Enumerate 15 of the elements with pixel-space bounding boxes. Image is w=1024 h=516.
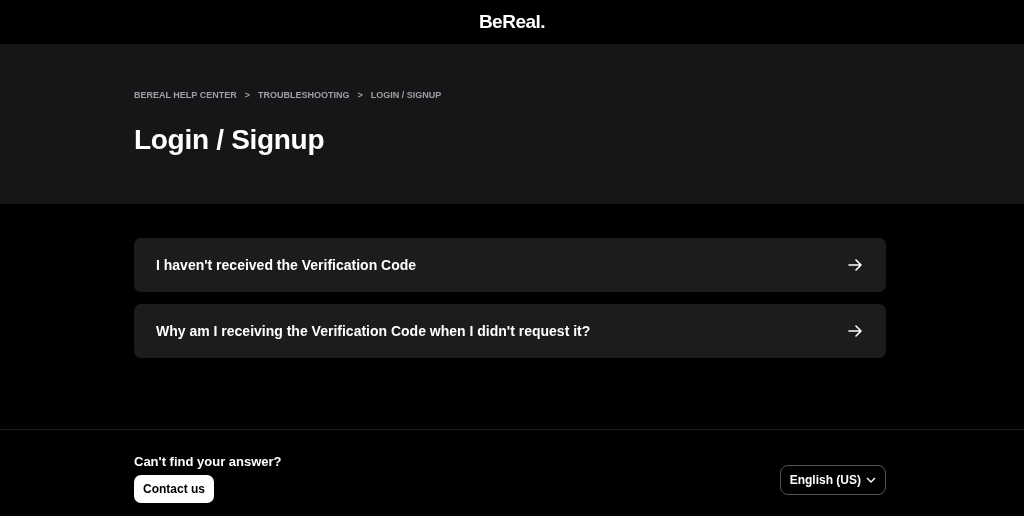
contact-button[interactable]: Contact us (134, 475, 214, 503)
arrow-icon (848, 258, 862, 272)
chevron-down-icon (866, 476, 876, 483)
page-title: Login / Signup (134, 124, 326, 156)
breadcrumb-separator: > (244, 90, 250, 100)
article-link[interactable]: I haven't received the Verification Code (134, 238, 886, 292)
language-dropdown[interactable]: English (US) (779, 464, 886, 495)
breadcrumb-link[interactable]: LOGIN / SIGNUP (370, 90, 442, 100)
logo[interactable]: BeReal. (478, 11, 546, 33)
footer-question: Can't find your answer? (134, 454, 282, 469)
breadcrumb-separator: > (357, 90, 363, 100)
breadcrumb-link[interactable]: TROUBLESHOOTING (257, 90, 350, 100)
breadcrumb-link[interactable]: BEREAL HELP CENTER (134, 90, 237, 100)
article-link[interactable]: Why am I receiving the Verification Code when I didn't request it? (134, 304, 886, 358)
arrow-icon (848, 324, 862, 338)
